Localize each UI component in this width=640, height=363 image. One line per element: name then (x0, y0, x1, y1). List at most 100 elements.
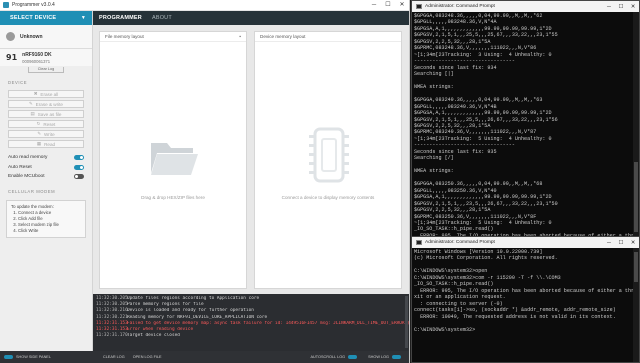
button-label: Erase all (40, 91, 59, 97)
device-name: Unknown (20, 33, 43, 40)
tab-about[interactable]: ABOUT (152, 11, 172, 25)
device-nrf9160[interactable]: 91 nRF9160 DK 000960061371 (0, 49, 92, 66)
tab-programmer[interactable]: PROGRAMMER (99, 11, 142, 25)
terminal-icon (416, 240, 422, 245)
device-actions: ✖ Erase all ✎ Erase & write ▤ Save as file ↻ Re… (0, 90, 92, 148)
close-icon[interactable]: ✕ (395, 0, 409, 10)
folder-icon (151, 143, 198, 175)
maximize-icon[interactable]: ☐ (615, 240, 627, 246)
select-device-button[interactable]: SELECT DEVICE ▼ (0, 11, 92, 25)
log-time: 11:32:31.170 (96, 333, 128, 339)
maximize-icon[interactable]: ☐ (615, 4, 627, 10)
device-options: Auto read memory Auto Reset Enable MCUboot (0, 153, 92, 182)
file-drop-hint: Drag & drop HEX/ZIP files here (141, 195, 205, 200)
window-title: Programmer v3.0.4 (12, 2, 55, 8)
select-device-label: SELECT DEVICE (10, 15, 57, 21)
device-pane-title: Device memory layout (260, 34, 306, 39)
device-unknown[interactable]: Unknown (0, 25, 92, 49)
clear-log-label: CLEAR LOG (102, 355, 125, 359)
maximize-icon[interactable]: ☐ (381, 0, 395, 10)
minimize-icon[interactable]: ─ (603, 4, 615, 10)
log-scrollbar[interactable] (405, 296, 408, 348)
option-label: Auto Reset (8, 164, 32, 170)
show-side-panel-label: SHOW SIDE PANEL (16, 355, 51, 359)
side-panel: SELECT DEVICE ▼ Unknown 91 nRF9160 DK 00… (0, 11, 93, 351)
reset-button[interactable]: ↻ Reset (8, 120, 84, 128)
console-line: ERROR: 10049, The requested address is n… (414, 313, 616, 320)
button-label: Erase & write (35, 101, 63, 107)
button-label: Save as file (37, 111, 62, 117)
file-pane-header: File memory layout ▪ (100, 32, 246, 42)
file-memory-pane[interactable]: File memory layout ▪ Drag & drop HEX/ZIP… (99, 31, 247, 289)
main-tabs: PROGRAMMER ABOUT (93, 11, 409, 25)
device-section-title: DEVICE (8, 80, 28, 85)
option-label: Auto read memory (8, 155, 48, 161)
console-line: connect(tasks[i]->so, (sockaddr *) &addr… (414, 307, 616, 314)
cmd1-title: Administrator: Command Prompt (425, 4, 495, 9)
toggle-switch (4, 355, 13, 359)
cmd2-scrollbar[interactable] (633, 248, 639, 362)
memory-panes: File memory layout ▪ Drag & drop HEX/ZIP… (93, 25, 409, 294)
eraser-icon: ✖ (33, 91, 38, 96)
button-label: Reset (43, 121, 56, 127)
cmd1-scrollbar[interactable] (633, 12, 639, 239)
read-button[interactable]: ▦ Read (8, 140, 84, 148)
log-message: Target device closed (127, 333, 180, 339)
file-pane-title: File memory layout (105, 34, 144, 39)
show-side-panel-toggle[interactable]: SHOW SIDE PANEL (4, 355, 51, 359)
command-prompt-window-2[interactable]: Administrator: Command Prompt ─ ☐ ✕ Micr… (411, 236, 640, 363)
trash-icon[interactable]: ▪ (239, 34, 241, 40)
device-memory-pane: Device memory layout Connect a device to… (254, 31, 402, 289)
cmd2-title: Administrator: Command Prompt (425, 240, 495, 245)
open-log-file-label: OPEN LOG FILE (132, 355, 162, 359)
chevron-down-icon: ▼ (80, 15, 86, 21)
autoscroll-log-toggle[interactable]: AUTOSCROLL LOG (311, 355, 361, 359)
pen-icon: ✎ (28, 101, 33, 106)
minimize-icon[interactable]: ─ (603, 240, 615, 246)
cellular-section-title: CELLULAR MODEM (8, 188, 56, 194)
modem-guide: To update the modem: Connect a device Cl… (6, 199, 86, 238)
device-icon (6, 32, 15, 41)
terminal-icon (416, 4, 422, 9)
close-icon[interactable]: ✕ (627, 4, 639, 10)
toggle-switch[interactable] (74, 164, 84, 170)
close-icon[interactable]: ✕ (627, 240, 639, 246)
chip-icon (309, 127, 349, 183)
write-icon: ✎ (37, 131, 42, 136)
show-log-toggle[interactable]: SHOW LOG (368, 355, 404, 359)
toggle-switch[interactable] (74, 174, 84, 180)
programmer-titlebar: Programmer v3.0.4 ─ ☐ ✕ (0, 0, 409, 11)
log-panel[interactable]: 11:32:30.205 Update files regions accordi… (93, 294, 409, 351)
cmd2-titlebar: Administrator: Command Prompt ─ ☐ ✕ (412, 237, 639, 248)
log-entry: 11:32:31.170 Target device closed (93, 333, 409, 339)
cmd1-output[interactable]: $GPGGA,083248.36,,,,,0,04,99.99,,M,,M,,*… (412, 12, 639, 239)
device-connect-hint: Connect a device to display memory conte… (281, 195, 375, 200)
nordic-logo-icon: 91 (6, 53, 18, 62)
toggle-switch[interactable] (74, 155, 84, 161)
write-button[interactable]: ✎ Write (8, 130, 84, 138)
device-pane-header: Device memory layout (255, 32, 401, 42)
cmd1-titlebar: Administrator: Command Prompt ─ ☐ ✕ (412, 1, 639, 12)
status-bar: SHOW SIDE PANEL CLEAR LOG OPEN LOG FILE … (0, 351, 409, 363)
toggle-switch (392, 355, 401, 359)
command-prompt-window-1[interactable]: Administrator: Command Prompt ─ ☐ ✕ $GPG… (411, 0, 640, 240)
scroll-thumb[interactable] (634, 162, 638, 232)
erase-write-button[interactable]: ✎ Erase & write (8, 100, 84, 108)
guide-step: Click Write (18, 228, 81, 234)
device-serial: 000960061371 (22, 58, 51, 64)
option-label: Enable MCUboot (8, 174, 45, 180)
programmer-window: Programmer v3.0.4 ─ ☐ ✕ SELECT DEVICE ▼ … (0, 0, 410, 363)
open-log-file-button[interactable]: OPEN LOG FILE (133, 355, 162, 359)
clear-log-button[interactable]: CLEAR LOG (103, 355, 125, 359)
refresh-icon: ↻ (36, 121, 41, 126)
erase-all-button[interactable]: ✖ Erase all (8, 90, 84, 98)
save-as-file-button[interactable]: ▤ Save as file (8, 110, 84, 118)
toggle-switch (348, 355, 358, 359)
console-line: C:\WINDOWS\system32> (414, 326, 476, 333)
scroll-thumb[interactable] (634, 252, 638, 282)
minimize-icon[interactable]: ─ (367, 0, 381, 10)
option-row: Auto read memory (0, 153, 92, 163)
show-log-label: SHOW LOG (368, 355, 389, 359)
button-label: Read (44, 141, 56, 147)
cmd2-output[interactable]: Microsoft Windows [Version 10.0.22000.73… (412, 248, 639, 333)
